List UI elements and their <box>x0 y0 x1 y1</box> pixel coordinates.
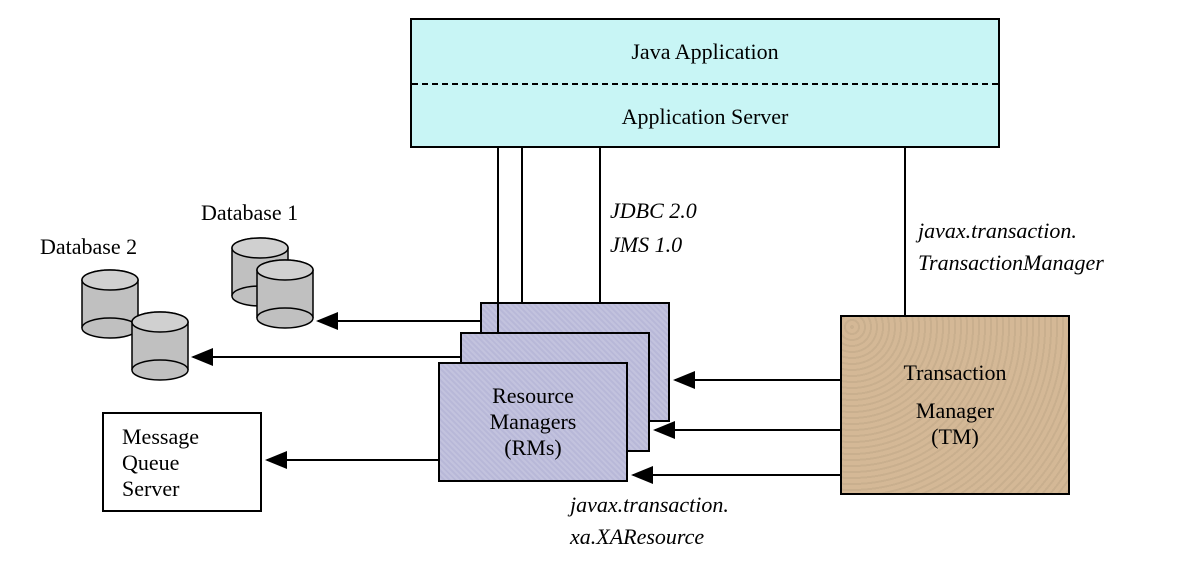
message-queue-box: Message Queue Server <box>102 412 262 512</box>
database2-icon <box>82 270 188 380</box>
java-application-label: Java Application <box>412 20 998 85</box>
jms-label: JMS 1.0 <box>610 232 682 258</box>
tm-box: Transaction Manager (TM) <box>840 315 1070 495</box>
tm-label-1: Transaction <box>903 360 1006 386</box>
rm-box-front: Resource Managers (RMs) <box>438 362 628 482</box>
xa-label-2: xa.XAResource <box>570 524 704 550</box>
tm-label-3: (TM) <box>931 424 979 450</box>
application-server-label: Application Server <box>412 85 998 148</box>
application-box: Java Application Application Server <box>410 18 1000 148</box>
jtm-label-1: javax.transaction. <box>918 218 1077 244</box>
xa-label-1: javax.transaction. <box>570 492 729 518</box>
rm-label-2: Managers <box>490 409 577 435</box>
rm-label-3: (RMs) <box>504 435 561 461</box>
tm-label-2: Manager <box>916 398 994 424</box>
jtm-label-2: TransactionManager <box>918 250 1104 276</box>
database2-label: Database 2 <box>40 234 137 260</box>
msg-label-1: Message <box>122 424 242 450</box>
jdbc-label: JDBC 2.0 <box>610 198 697 224</box>
database1-icon <box>232 238 313 328</box>
rm-label-1: Resource <box>492 383 574 409</box>
msg-label-2: Queue <box>122 450 242 476</box>
database1-label: Database 1 <box>201 200 298 226</box>
msg-label-3: Server <box>122 476 242 502</box>
